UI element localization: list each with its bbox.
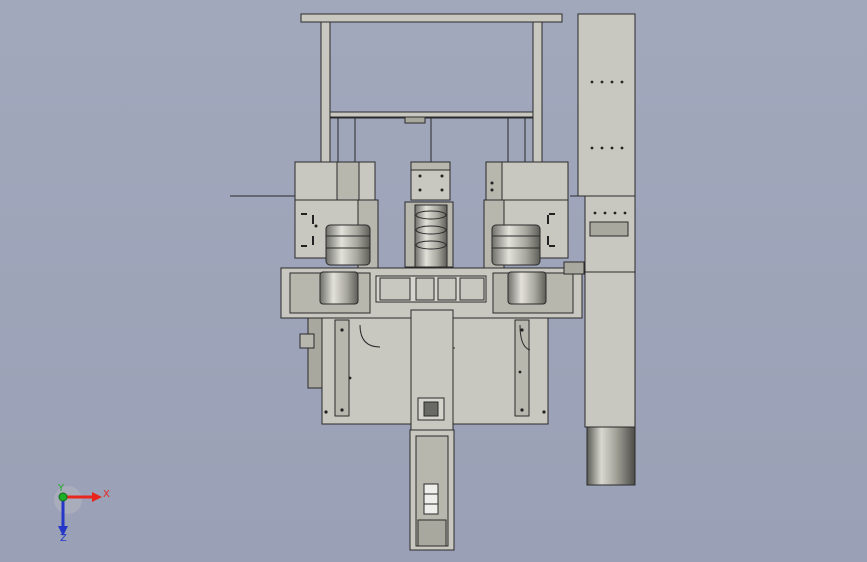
top-crossbar bbox=[300, 13, 563, 23]
orientation-triad[interactable]: X Y Z bbox=[54, 483, 110, 544]
left-carriage-top bbox=[294, 161, 376, 201]
right-post bbox=[532, 21, 543, 163]
upper-crossbeam bbox=[329, 111, 534, 118]
left-slide-rail bbox=[334, 319, 350, 417]
cad-viewport[interactable]: X Y Z bbox=[0, 0, 867, 562]
center-spindle bbox=[414, 204, 448, 268]
right-drum bbox=[586, 426, 636, 486]
z-axis-label: Z bbox=[60, 533, 67, 544]
right-column-upper bbox=[577, 13, 636, 197]
right-motor bbox=[491, 224, 541, 266]
left-motor bbox=[325, 224, 371, 266]
machine-assembly bbox=[230, 13, 636, 551]
y-axis-label: Y bbox=[57, 483, 65, 494]
right-column-lower bbox=[584, 271, 636, 428]
right-slide-rail bbox=[514, 319, 530, 417]
left-post bbox=[320, 21, 331, 163]
y-axis-dot bbox=[58, 492, 68, 502]
x-axis-label: X bbox=[103, 489, 110, 500]
center-hanger bbox=[404, 116, 426, 124]
